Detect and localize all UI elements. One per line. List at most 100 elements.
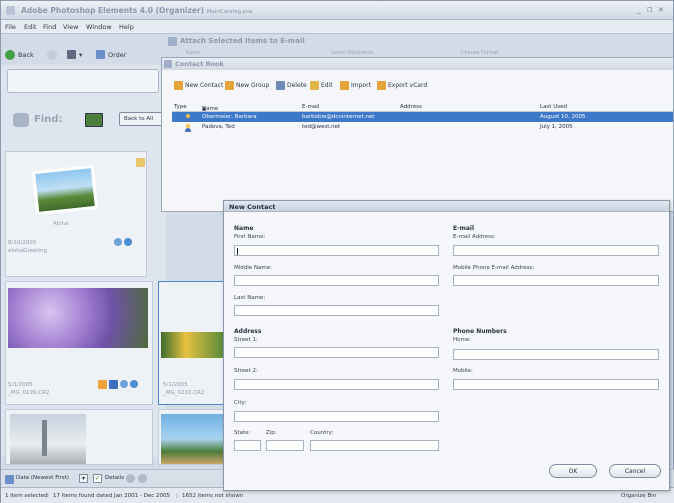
new-contact-title: New Contact	[229, 203, 276, 211]
creation-badge-icon	[136, 158, 145, 167]
zip-label: Zip:	[266, 430, 277, 436]
contacts-table: Type Name ▲ E-mail Address Last Used Obe…	[172, 102, 673, 132]
middle-name-field[interactable]	[234, 275, 439, 286]
sort-dropdown[interactable]: Date (Newest First)	[16, 475, 69, 481]
photo-caption-title: Aloha	[53, 221, 69, 227]
organize-bin-toggle[interactable]: Organize Bin	[621, 493, 656, 499]
thumbnail-card[interactable]	[158, 409, 224, 465]
col-email[interactable]: E-mail	[302, 104, 319, 110]
ok-button[interactable]: OK	[549, 464, 597, 478]
contact-email: barbobie@dcninternet.net	[302, 114, 375, 120]
street1-field[interactable]	[234, 347, 439, 358]
garden-photo	[161, 332, 223, 358]
audio-icon	[120, 380, 128, 388]
state-field[interactable]	[234, 440, 261, 451]
menu-window[interactable]: Window	[86, 23, 112, 31]
table-row[interactable]: Padova, Ted ted@west.net July 1, 2005	[172, 122, 673, 132]
title-bar: Adobe Photoshop Elements 4.0 (Organizer)…	[1, 1, 673, 20]
minimize-button[interactable]: _	[637, 5, 641, 14]
details-checkbox[interactable]: ✓	[93, 474, 102, 483]
status-selected: 1 item selected	[5, 493, 48, 499]
rotate-right-icon[interactable]	[138, 474, 147, 483]
sort-icon	[5, 475, 14, 484]
edit-button[interactable]: Edit	[310, 81, 333, 90]
cancel-button[interactable]: Cancel	[609, 464, 661, 478]
rotate-left-icon[interactable]	[126, 474, 135, 483]
thumbnail-card[interactable]	[5, 409, 153, 465]
globe-icon	[124, 238, 132, 246]
contact-book-title-bar: Contact Book	[162, 58, 673, 70]
menu-view[interactable]: View	[63, 23, 78, 31]
display-menu-button[interactable]: ▾	[67, 48, 82, 61]
app-logo-icon	[6, 6, 15, 15]
thumbnail-card[interactable]: Aloha 8/10/2005 alohaGreeting	[5, 151, 147, 277]
home-phone-field[interactable]	[453, 349, 659, 360]
menu-file[interactable]: File	[5, 23, 16, 31]
col-address[interactable]: Address	[400, 104, 422, 110]
menu-find[interactable]: Find	[43, 23, 56, 31]
email-section-heading: E-mail	[453, 225, 475, 232]
delete-button[interactable]: Delete	[276, 81, 307, 90]
table-row[interactable]: Obermeier, Barbara barbobie@dcninternet.…	[172, 112, 673, 122]
catalog-name: MainCatalog.psa	[206, 9, 253, 15]
home-phone-label: Home:	[453, 337, 472, 343]
first-name-field[interactable]	[234, 245, 439, 256]
main-toolbar: Back ▾ Order	[1, 45, 171, 65]
statue-photo	[10, 414, 86, 464]
new-group-button[interactable]: New Group	[225, 81, 269, 90]
flowers-photo	[8, 288, 148, 348]
new-contact-dialog: New Contact Name First Name: Middle Name…	[223, 200, 670, 491]
thumbnail-card[interactable]: 5/1/2005 _MG_0210.CR2	[158, 281, 224, 405]
street1-label: Street 1:	[234, 337, 258, 343]
new-contact-button[interactable]: New Contact	[174, 81, 223, 90]
email-address-field[interactable]	[453, 245, 659, 256]
display-icon	[67, 50, 76, 59]
middle-name-label: Middle Name:	[234, 265, 272, 271]
person-icon	[185, 124, 191, 132]
contact-book-window: Contact Book New Contact New Group Delet…	[161, 57, 674, 212]
menu-help[interactable]: Help	[119, 23, 134, 31]
country-field[interactable]	[310, 440, 439, 451]
col-type[interactable]: Type	[174, 104, 187, 110]
statue-figure	[42, 420, 47, 456]
col-last-used[interactable]: Last Used	[540, 104, 567, 110]
mobile-email-label: Mobile Phone E-mail Address:	[453, 265, 535, 271]
forward-button[interactable]	[47, 48, 57, 61]
forward-arrow-icon	[47, 49, 57, 60]
photo-name: _MG_0199.CR2	[8, 390, 50, 396]
attach-email-title: Attach Selected Items to E-mail	[180, 37, 305, 45]
globe-icon	[130, 380, 138, 388]
back-to-all-button[interactable]: Back to All	[119, 112, 167, 126]
contact-book-icon	[164, 60, 172, 68]
contact-name: Padova, Ted	[202, 124, 235, 130]
export-vcard-button[interactable]: Export vCard	[377, 81, 427, 90]
back-button[interactable]: Back	[5, 48, 34, 61]
app-title-text: Adobe Photoshop Elements 4.0 (Organizer)	[21, 6, 205, 15]
find-thumbnail-icon	[85, 113, 103, 127]
city-label: City:	[234, 400, 247, 406]
last-name-field[interactable]	[234, 305, 439, 316]
import-button[interactable]: Import	[340, 81, 371, 90]
zip-field[interactable]	[266, 440, 304, 451]
first-name-label: First Name:	[234, 234, 266, 240]
new-contact-icon	[174, 81, 183, 90]
photo-name: _MG_0210.CR2	[163, 390, 205, 396]
restore-button[interactable]: ❐	[647, 7, 652, 14]
sort-dropdown-arrow[interactable]: ▾	[79, 474, 88, 483]
mobile-phone-field[interactable]	[453, 379, 659, 390]
close-button[interactable]: ✕	[658, 6, 664, 14]
new-group-icon	[225, 81, 234, 90]
menu-edit[interactable]: Edit	[24, 23, 37, 31]
contact-book-toolbar: New Contact New Group Delete Edit Import…	[162, 78, 673, 96]
thumbnail-card[interactable]: 5/1/2005 _MG_0199.CR2	[5, 281, 153, 405]
timeline-bar[interactable]	[7, 69, 159, 93]
new-contact-title-bar: New Contact	[224, 201, 669, 212]
city-field[interactable]	[234, 411, 439, 422]
mobile-email-field[interactable]	[453, 275, 659, 286]
last-name-label: Last Name:	[234, 295, 266, 301]
street2-field[interactable]	[234, 379, 439, 390]
order-prints-button[interactable]: Order	[96, 48, 126, 61]
photo-date: 5/1/2005	[8, 382, 33, 388]
menu-bar: File Edit Find View Window Help	[1, 20, 673, 34]
binoculars-icon	[13, 113, 29, 127]
